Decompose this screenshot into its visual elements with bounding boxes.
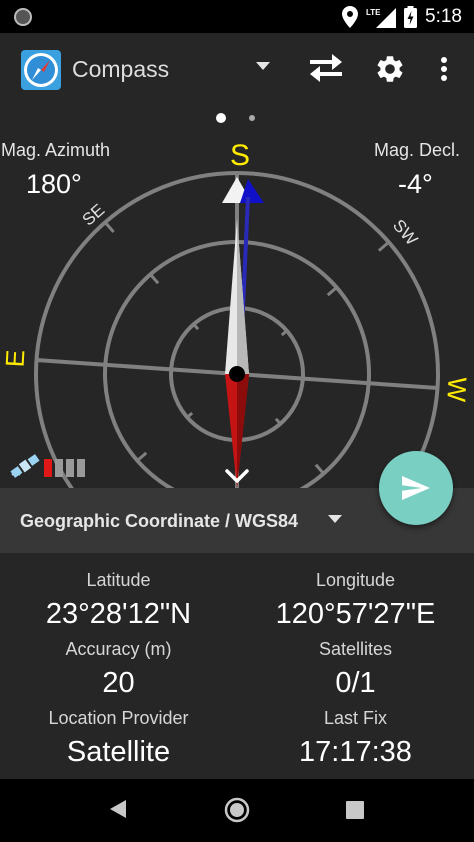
latitude-cell: Latitude 23°28'12"N (0, 570, 237, 631)
dial-label-right: W (441, 376, 472, 403)
dial-label-top: S (230, 139, 250, 172)
satellites-label: Satellites (318, 639, 393, 659)
accuracy-label: Accuracy (m) (65, 639, 172, 659)
status-icons: LTE 5:18 (342, 5, 462, 29)
dial-label-left: E (0, 349, 30, 368)
latitude-value: 23°28'12"N (45, 598, 192, 630)
satellite-icon (10, 454, 40, 478)
dropdown-arrow-icon[interactable] (252, 60, 274, 72)
signal-bar (66, 459, 74, 477)
last-fix-label: Last Fix (323, 708, 388, 728)
satellite-signal-bars (44, 459, 85, 477)
system-nav-bar (0, 779, 474, 842)
latitude-label: Latitude (86, 570, 151, 590)
location-icon (342, 6, 359, 28)
compass-logo-icon (21, 50, 61, 90)
provider-cell: Location Provider Satellite (0, 708, 237, 769)
signal-icon: LTE (366, 8, 397, 28)
location-provider-value: Satellite (66, 736, 171, 768)
status-bar: LTE 5:18 (0, 0, 474, 33)
compass-panel: Mag. Azimuth 180° Mag. Decl. -4° S E W S… (0, 107, 474, 488)
settings-icon[interactable] (374, 53, 406, 85)
last-fix-value: 17:17:38 (299, 736, 412, 768)
signal-bar (55, 459, 63, 477)
app-bar: Compass (0, 33, 474, 107)
recent-apps-icon[interactable] (346, 801, 364, 819)
home-icon[interactable] (224, 797, 250, 823)
dial-label-ne: SW (389, 216, 421, 249)
back-icon[interactable] (108, 798, 128, 820)
longitude-label: Longitude (315, 570, 396, 590)
location-provider-label: Location Provider (48, 708, 189, 728)
needle-pivot (229, 366, 245, 382)
last-fix-cell: Last Fix 17:17:38 (237, 708, 474, 769)
coordinate-system-label: Geographic Coordinate / WGS84 (20, 511, 299, 531)
send-icon (402, 476, 430, 500)
swap-icon[interactable] (308, 53, 344, 85)
longitude-value: 120°57'27"E (275, 598, 436, 630)
chevron-down-icon[interactable] (326, 514, 344, 524)
compass-dial[interactable]: S E W SE SW (0, 107, 474, 488)
notification-dot-icon (14, 8, 32, 26)
signal-bar (77, 459, 85, 477)
battery-charging-icon (404, 6, 418, 28)
accuracy-value: 20 (102, 667, 135, 699)
more-vert-icon[interactable] (432, 53, 456, 85)
share-location-button[interactable] (379, 451, 453, 525)
satellites-value: 0/1 (335, 667, 376, 699)
location-info-panel: Latitude 23°28'12"N Longitude 120°57'27"… (0, 553, 474, 779)
signal-bar-active (44, 459, 52, 477)
app-title: Compass (72, 56, 170, 82)
network-type-label: LTE (366, 8, 381, 17)
status-time: 5:18 (425, 6, 462, 27)
satellites-cell: Satellites 0/1 (237, 639, 474, 700)
longitude-cell: Longitude 120°57'27"E (237, 570, 474, 631)
accuracy-cell: Accuracy (m) 20 (0, 639, 237, 700)
